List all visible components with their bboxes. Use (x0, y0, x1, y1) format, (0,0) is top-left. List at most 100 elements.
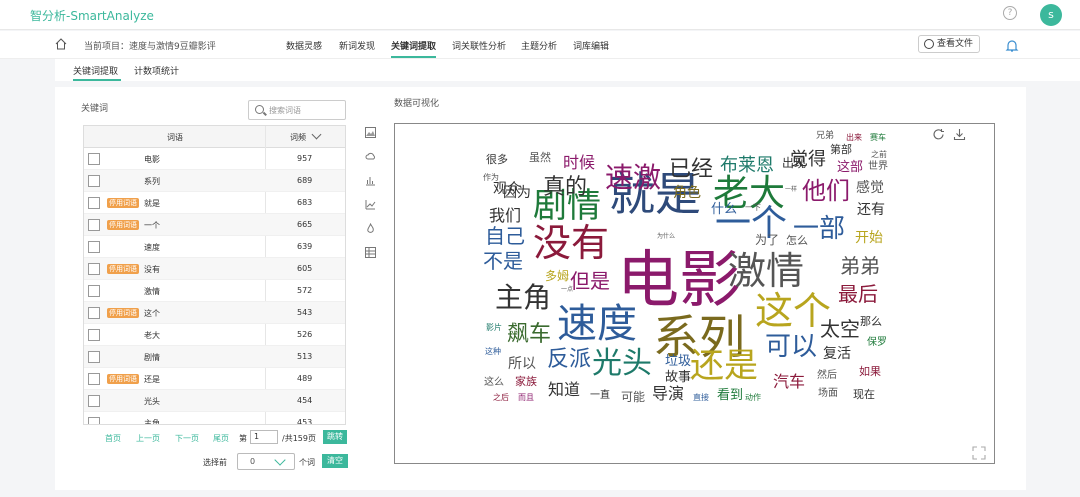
wordcloud-word[interactable]: 出来 (846, 134, 862, 142)
wordcloud-word[interactable]: 角色 (673, 186, 701, 200)
table-row[interactable]: 速度 639 (84, 236, 345, 258)
wordcloud-word[interactable]: 感觉 (856, 181, 884, 195)
wordcloud-word[interactable]: 知道 (548, 382, 580, 398)
wordcloud-word[interactable]: 飙车 (507, 324, 551, 346)
wordcloud-word[interactable]: 怎么 (786, 235, 808, 246)
table-row[interactable]: 主角 453 (84, 412, 345, 424)
tab-new-word-discovery[interactable]: 新词发现 (339, 39, 375, 52)
wordcloud-word[interactable]: 然后 (817, 371, 837, 381)
cloud-icon[interactable] (365, 151, 376, 162)
table-row[interactable]: 停用词语 一个 665 (84, 214, 345, 236)
wordcloud-word[interactable]: 这么 (484, 378, 504, 388)
next-page-link[interactable]: 下一页 (175, 433, 199, 444)
wordcloud-word[interactable]: 弟弟 (840, 256, 880, 276)
row-checkbox[interactable] (88, 263, 100, 275)
wordcloud-word[interactable]: 布莱恩 (720, 157, 774, 175)
row-checkbox[interactable] (88, 329, 100, 341)
table-row[interactable]: 停用词语 就是 683 (84, 192, 345, 214)
table-row[interactable]: 光头 454 (84, 390, 345, 412)
wordcloud-word[interactable]: 故事 (665, 371, 691, 384)
wordcloud-word[interactable]: 保罗 (867, 338, 887, 348)
view-file-button[interactable]: 查看文件 (918, 35, 980, 53)
go-button[interactable]: 跳转 (323, 430, 347, 444)
wordcloud-word[interactable]: 第部 (830, 144, 852, 155)
wordcloud-word[interactable]: 我们 (489, 208, 521, 224)
row-checkbox[interactable] (88, 395, 100, 407)
avatar[interactable]: s (1040, 4, 1062, 26)
table-row[interactable]: 停用词语 还是 489 (84, 368, 345, 390)
row-checkbox[interactable] (88, 307, 100, 319)
wordcloud-word[interactable]: 兄弟 (816, 132, 834, 141)
wordcloud-word[interactable]: 什么 (711, 203, 737, 216)
subtab-count-statistics[interactable]: 计数项统计 (134, 64, 179, 77)
wordcloud-word[interactable]: 汽车 (773, 374, 805, 390)
wordcloud-word[interactable]: 一下 (745, 204, 761, 212)
wordcloud-word[interactable]: 赛车 (870, 134, 886, 142)
wordcloud-word[interactable]: 速激 (605, 164, 661, 192)
wordcloud-word[interactable]: 垃圾 (665, 355, 691, 368)
tab-topic-analysis[interactable]: 主题分析 (521, 39, 557, 52)
wordcloud-word[interactable]: 家族 (515, 376, 537, 387)
wordcloud-word[interactable]: 作为 (483, 174, 499, 182)
row-checkbox[interactable] (88, 373, 100, 385)
wordcloud-word[interactable]: 太空 (820, 319, 860, 339)
wordcloud-word[interactable]: 光头 (592, 349, 652, 379)
wordcloud-word[interactable]: 世界 (868, 162, 888, 172)
download-icon[interactable] (953, 128, 966, 141)
table-row[interactable]: 停用词语 没有 605 (84, 258, 345, 280)
wordcloud-word[interactable]: 很多 (486, 154, 508, 165)
fire-icon[interactable] (365, 223, 376, 234)
image-icon[interactable] (365, 127, 376, 138)
row-checkbox[interactable] (88, 285, 100, 297)
row-checkbox[interactable] (88, 175, 100, 187)
wordcloud-word[interactable]: 场面 (818, 389, 838, 399)
refresh-icon[interactable] (932, 128, 945, 141)
page-input[interactable]: 1 (250, 430, 278, 444)
wordcloud-word[interactable]: 最后 (838, 284, 878, 304)
home-icon[interactable] (55, 38, 67, 50)
wordcloud-word[interactable]: 可能 (621, 391, 645, 403)
wordcloud-word[interactable]: 之后 (493, 394, 509, 402)
wordcloud-word[interactable]: 为了 (755, 234, 779, 246)
line-chart-icon[interactable] (365, 199, 376, 210)
table-row[interactable]: 系列 689 (84, 170, 345, 192)
wordcloud-word[interactable]: 他们 (802, 179, 850, 203)
wordcloud-word[interactable]: 多姆 (545, 270, 569, 282)
col-freq-header[interactable]: 词频 (290, 132, 306, 143)
wordcloud-word[interactable]: 因为 (503, 186, 531, 200)
wordcloud-word[interactable]: 自己 (485, 226, 525, 246)
table-row[interactable]: 电影 957 (84, 148, 345, 170)
wordcloud-word[interactable]: 那么 (860, 316, 882, 327)
help-icon[interactable]: ? (1003, 6, 1017, 20)
wordcloud-word[interactable]: 不是 (483, 251, 523, 271)
first-page-link[interactable]: 首页 (105, 433, 121, 444)
table-row[interactable]: 激情 572 (84, 280, 345, 302)
bar-chart-icon[interactable] (365, 175, 376, 186)
wordcloud-word[interactable]: 这部 (837, 161, 863, 174)
wordcloud-word[interactable]: 开始 (855, 231, 883, 245)
last-page-link[interactable]: 尾页 (213, 433, 229, 444)
wordcloud-word[interactable]: 虽然 (529, 152, 551, 163)
wordcloud-word[interactable]: 还是 (690, 349, 758, 383)
wordcloud-word[interactable]: 可以 (765, 334, 817, 360)
wordcloud-word[interactable]: 激情 (728, 252, 804, 290)
wordcloud-word[interactable]: 复活 (823, 347, 851, 361)
wordcloud-word[interactable]: 这种 (485, 348, 501, 356)
table-row[interactable]: 剧情 513 (84, 346, 345, 368)
wordcloud-word[interactable]: 一直 (590, 391, 610, 401)
table-row[interactable]: 停用词语 这个 543 (84, 302, 345, 324)
wordcloud-word[interactable]: 时候 (563, 155, 595, 171)
row-checkbox[interactable] (88, 197, 100, 209)
clear-button[interactable]: 清空 (322, 454, 348, 468)
row-checkbox[interactable] (88, 219, 100, 231)
wordcloud-word[interactable]: 看到 (717, 389, 743, 402)
subtab-keyword-extraction[interactable]: 关键词提取 (73, 64, 118, 77)
row-checkbox[interactable] (88, 153, 100, 165)
row-checkbox[interactable] (88, 417, 100, 424)
wordcloud-word[interactable]: 如果 (859, 366, 881, 377)
wordcloud-word[interactable]: 动作 (745, 394, 761, 402)
wordcloud-word[interactable]: 所以 (508, 357, 536, 371)
wordcloud-word[interactable]: 出现 (782, 157, 806, 169)
row-checkbox[interactable] (88, 351, 100, 363)
tab-keyword-extraction[interactable]: 关键词提取 (391, 39, 436, 52)
